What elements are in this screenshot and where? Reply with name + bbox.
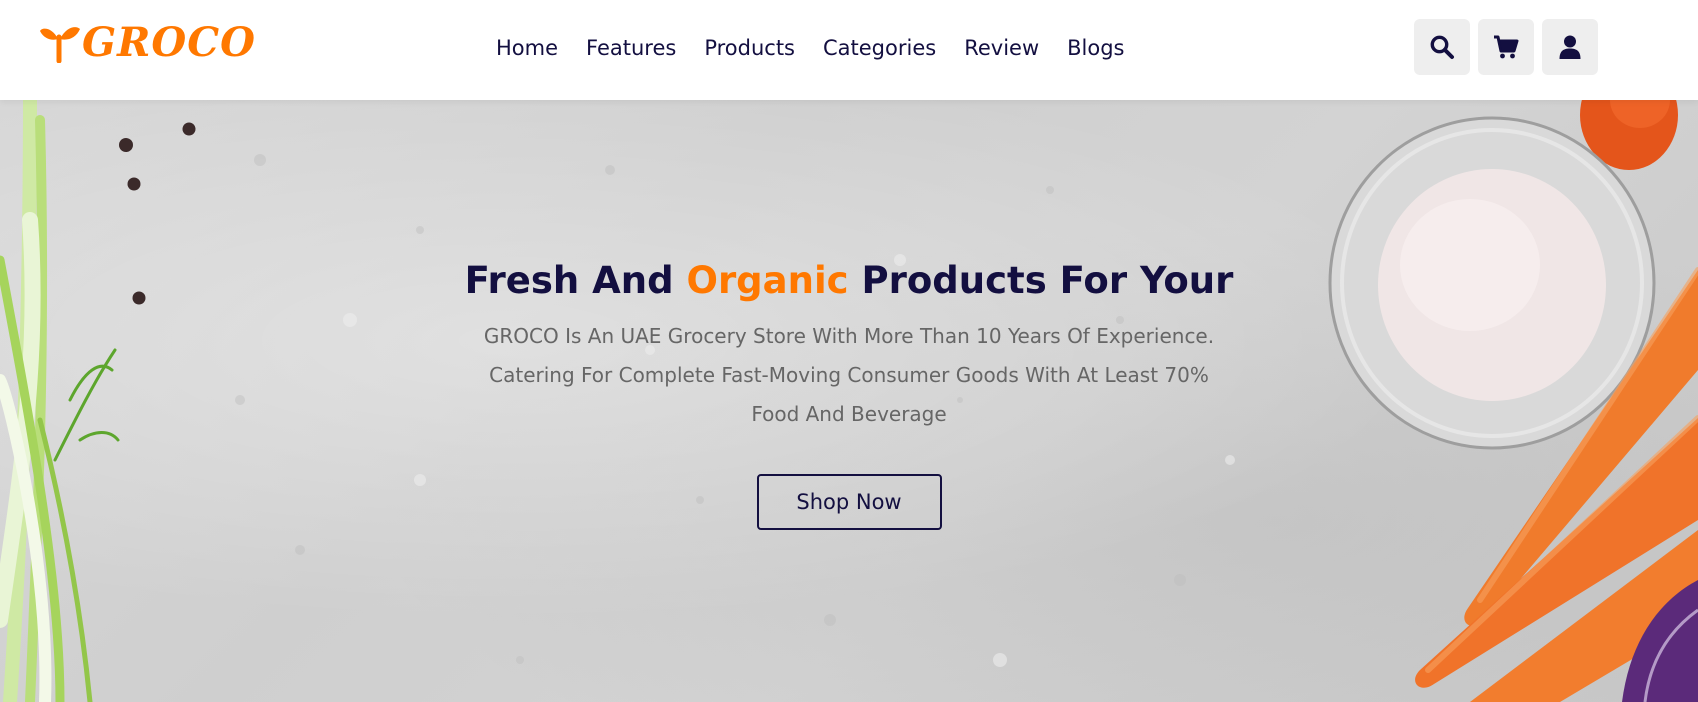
hero-content: Fresh And Organic Products For Your GROC… — [349, 255, 1349, 530]
cart-button[interactable] — [1478, 19, 1534, 75]
search-icon — [1430, 35, 1454, 59]
hero-title: Fresh And Organic Products For Your — [349, 255, 1349, 307]
main-nav: Home Features Products Categories Review… — [496, 30, 1125, 66]
nav-review[interactable]: Review — [964, 36, 1039, 60]
hero-description: GROCO Is An UAE Grocery Store With More … — [483, 324, 1215, 426]
logo[interactable]: GROCO — [38, 20, 256, 66]
hero-title-part2: Products For Your — [848, 259, 1234, 302]
leaf-icon — [40, 27, 80, 63]
account-button[interactable] — [1542, 19, 1598, 75]
nav-features[interactable]: Features — [586, 36, 676, 60]
hero-banner: Fresh And Organic Products For Your GROC… — [0, 100, 1698, 702]
shop-now-button[interactable]: Shop Now — [756, 474, 942, 530]
hero-title-part1: Fresh And — [464, 259, 687, 302]
nav-categories[interactable]: Categories — [823, 36, 936, 60]
cart-icon — [1494, 35, 1519, 59]
site-header: GROCO Home Features Products Categories … — [0, 0, 1698, 100]
nav-blogs[interactable]: Blogs — [1067, 36, 1124, 60]
search-button[interactable] — [1414, 19, 1470, 75]
nav-home[interactable]: Home — [496, 36, 558, 60]
hero-title-accent: Organic — [686, 259, 849, 302]
nav-products[interactable]: Products — [704, 36, 795, 60]
logo-text: GROCO — [82, 19, 256, 66]
header-actions — [1414, 19, 1598, 75]
user-icon — [1559, 35, 1581, 59]
